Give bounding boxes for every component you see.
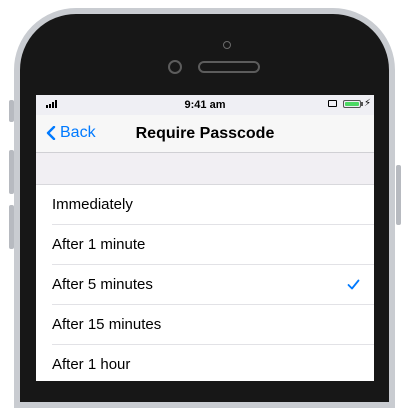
power-button xyxy=(396,165,401,225)
option-label: After 5 minutes xyxy=(52,276,153,293)
checkmark-icon xyxy=(347,279,360,290)
volume-up-button xyxy=(9,150,14,194)
navigation-bar: Back Require Passcode xyxy=(36,115,374,153)
earpiece-speaker xyxy=(198,61,260,73)
proximity-sensor xyxy=(223,41,231,49)
status-time: 9:41 am xyxy=(184,99,226,111)
option-row-after-15-minutes[interactable]: After 15 minutes xyxy=(36,305,374,345)
option-row-immediately[interactable]: Immediately xyxy=(36,185,374,225)
airplay-icon xyxy=(328,100,337,107)
front-camera xyxy=(168,60,182,74)
battery-icon xyxy=(343,100,361,108)
option-label: After 1 hour xyxy=(52,356,131,373)
section-header-spacer xyxy=(36,153,374,185)
screen: 9:41 am ⚡ Back Require Passcode Immediat… xyxy=(36,95,374,381)
option-row-after-1-hour[interactable]: After 1 hour xyxy=(36,345,374,381)
volume-down-button xyxy=(9,205,14,249)
option-row-after-1-minute[interactable]: After 1 minute xyxy=(36,225,374,265)
charging-icon: ⚡ xyxy=(364,98,372,109)
battery-tip xyxy=(361,102,363,106)
status-bar: 9:41 am ⚡ xyxy=(36,95,374,115)
page-title: Require Passcode xyxy=(135,125,275,142)
mute-switch xyxy=(9,100,14,122)
passcode-options-list: Immediately After 1 minute After 5 minut… xyxy=(36,185,374,381)
option-row-after-5-minutes[interactable]: After 5 minutes xyxy=(36,265,374,305)
option-label: After 1 minute xyxy=(52,236,146,253)
option-label: Immediately xyxy=(52,196,133,213)
option-label: After 15 minutes xyxy=(52,316,162,333)
